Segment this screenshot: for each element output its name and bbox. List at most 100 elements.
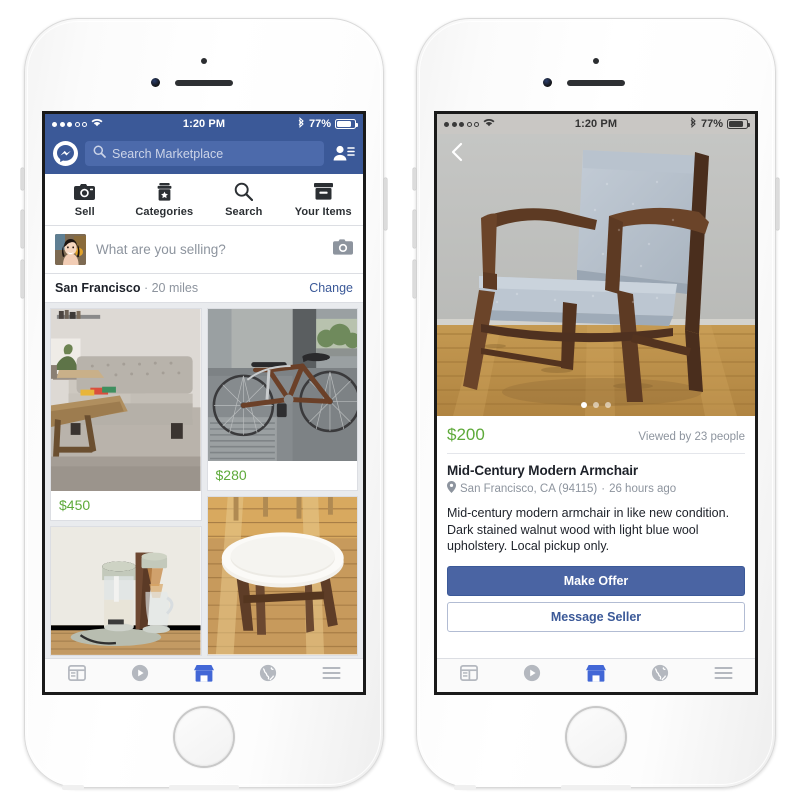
tab-categories[interactable]: Categories	[125, 182, 205, 218]
status-bar-left	[444, 118, 575, 130]
silence-switch[interactable]	[21, 168, 24, 190]
quick-action-tabs: Sell Categories Search Your Items	[45, 174, 363, 226]
status-bar-time: 1:20 PM	[182, 118, 226, 130]
tab-categories-label: Categories	[135, 206, 194, 218]
news-feed-icon	[67, 665, 86, 686]
nav-news-feed[interactable]	[437, 665, 501, 686]
listing-price: $200	[447, 425, 485, 444]
power-button[interactable]	[776, 178, 779, 230]
location-filter-row: San Francisco · 20 miles Change	[45, 274, 363, 303]
silence-switch[interactable]	[413, 168, 416, 190]
location-text: San Francisco · 20 miles	[55, 281, 309, 295]
headphone-jack	[454, 785, 476, 790]
home-button[interactable]	[175, 708, 233, 766]
listing-photo-round-table	[207, 497, 357, 655]
status-bar-right: 77%	[225, 117, 358, 131]
listings-column-right: $280	[206, 308, 358, 656]
nav-marketplace[interactable]	[564, 664, 628, 687]
page-dot[interactable]	[605, 402, 611, 408]
change-location-button[interactable]: Change	[309, 281, 353, 295]
listing-card[interactable]: $280	[206, 308, 358, 492]
carousel-page-dots[interactable]	[581, 402, 611, 408]
categories-box-star-icon	[156, 182, 173, 201]
listing-photo-coffee-brewer	[51, 526, 201, 655]
bluetooth-icon	[690, 117, 697, 131]
nav-more[interactable]	[299, 666, 363, 685]
phone-device-left: 1:20 PM 77% Search Marketplace Sell Cate…	[21, 18, 387, 790]
friend-requests-icon[interactable]	[331, 143, 355, 165]
page-dot[interactable]	[593, 402, 599, 408]
volume-up-button[interactable]	[21, 210, 24, 248]
wifi-icon	[483, 118, 495, 130]
nav-more[interactable]	[691, 666, 755, 685]
listings-grid[interactable]: $450 $280	[45, 303, 363, 658]
listing-description: Mid-century modern armchair in like new …	[447, 506, 730, 553]
signal-strength-icon	[444, 121, 479, 127]
bluetooth-icon	[298, 117, 305, 131]
volume-up-button[interactable]	[413, 210, 416, 248]
camera-icon[interactable]	[333, 239, 353, 260]
meta-separator: ·	[601, 482, 606, 495]
volume-down-button[interactable]	[413, 260, 416, 298]
nav-notifications[interactable]	[628, 664, 692, 687]
tab-your-items[interactable]: Your Items	[284, 182, 364, 218]
bottom-navigation	[45, 658, 363, 692]
listing-posted-time: 26 hours ago	[609, 482, 677, 495]
nav-news-feed[interactable]	[45, 665, 109, 686]
battery-icon	[335, 119, 358, 129]
listing-price: $450	[59, 496, 91, 513]
messenger-icon[interactable]	[53, 141, 78, 166]
marketplace-header: Search Marketplace	[45, 134, 363, 174]
headphone-jack	[62, 785, 84, 790]
front-camera	[543, 78, 552, 87]
proximity-sensor	[593, 58, 599, 64]
power-button[interactable]	[384, 178, 387, 230]
tab-sell-label: Sell	[74, 206, 95, 218]
marketplace-store-icon	[193, 664, 214, 687]
listing-card[interactable]	[50, 525, 202, 656]
listing-photo-bicycle	[207, 309, 357, 462]
location-radius: 20 miles	[151, 281, 199, 295]
marketplace-store-icon	[585, 664, 606, 687]
listing-image-carousel[interactable]	[437, 134, 755, 416]
home-button[interactable]	[567, 708, 625, 766]
status-bar-right: 77%	[617, 117, 750, 131]
battery-icon	[727, 119, 750, 129]
search-icon	[93, 145, 106, 163]
status-bar-left	[52, 118, 183, 130]
more-menu-icon	[322, 666, 341, 685]
sell-composer[interactable]: What are you selling?	[45, 226, 363, 274]
volume-down-button[interactable]	[21, 260, 24, 298]
nav-video[interactable]	[501, 664, 565, 687]
news-feed-icon	[459, 665, 478, 686]
nav-marketplace[interactable]	[172, 664, 236, 687]
signal-strength-icon	[52, 121, 87, 127]
listing-card[interactable]: $450	[50, 308, 202, 521]
tab-sell[interactable]: Sell	[45, 182, 125, 218]
listing-photo-sofa	[51, 309, 201, 491]
nav-notifications[interactable]	[236, 664, 300, 687]
view-count: Viewed by 23 people	[638, 431, 745, 443]
notifications-globe-icon	[651, 664, 669, 687]
tab-search[interactable]: Search	[204, 182, 284, 218]
wifi-icon	[91, 118, 103, 130]
listings-column-left: $450	[50, 308, 202, 656]
video-play-icon	[131, 664, 149, 687]
proximity-sensor	[201, 58, 207, 64]
search-input[interactable]: Search Marketplace	[85, 141, 324, 166]
video-play-icon	[523, 664, 541, 687]
bottom-navigation	[437, 658, 755, 692]
location-city: San Francisco	[55, 281, 141, 295]
more-menu-icon	[714, 666, 733, 685]
make-offer-button[interactable]: Make Offer	[447, 565, 745, 596]
location-separator: ·	[143, 281, 149, 295]
page-dot-active[interactable]	[581, 402, 587, 408]
earpiece-speaker	[175, 80, 233, 86]
back-chevron-icon[interactable]	[446, 140, 470, 164]
location-pin-icon	[447, 481, 456, 496]
message-seller-button[interactable]: Message Seller	[447, 601, 745, 632]
listing-card[interactable]	[206, 496, 358, 656]
nav-video[interactable]	[109, 664, 173, 687]
user-avatar[interactable]	[55, 234, 86, 265]
battery-percent-label: 77%	[308, 118, 331, 130]
